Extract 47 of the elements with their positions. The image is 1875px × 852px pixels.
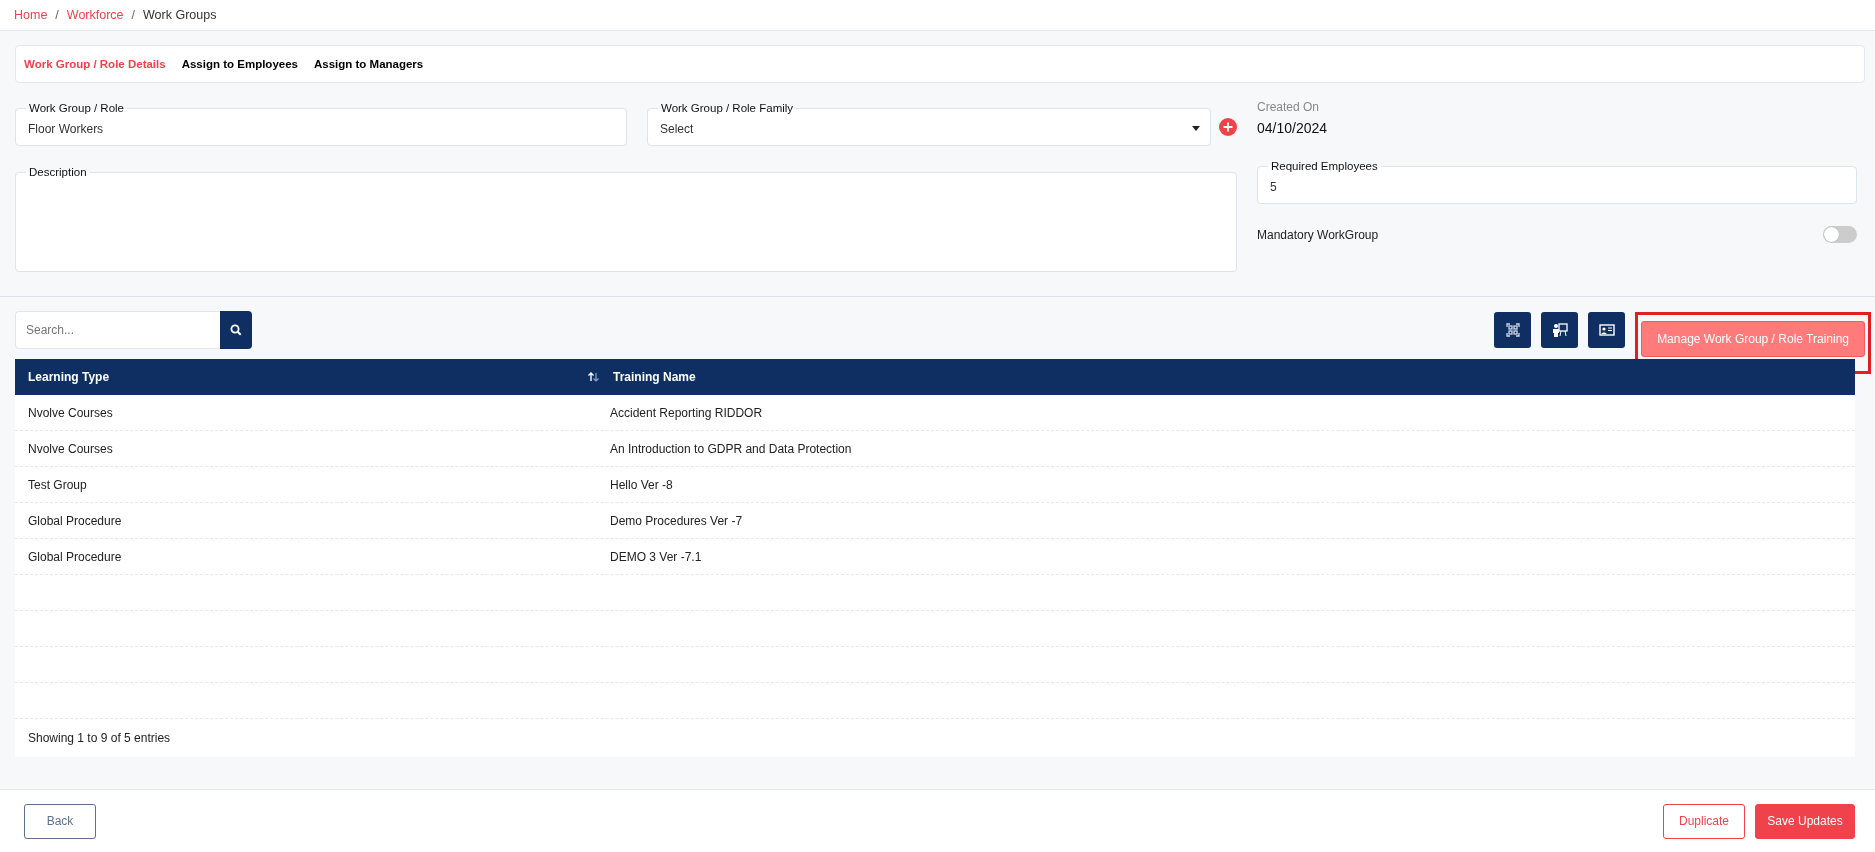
entries-info: Showing 1 to 9 of 5 entries [28, 731, 171, 745]
table-cell: Accident Reporting RIDDOR [610, 405, 763, 420]
search-button[interactable] [220, 311, 252, 349]
created-label: Created On [1257, 100, 1321, 114]
created-date: 04/10/2024 [1257, 120, 1329, 136]
id-card-button[interactable] [1588, 312, 1626, 348]
duplicate-button[interactable]: Duplicate [1663, 803, 1745, 839]
tab[interactable]: Assign to Managers [313, 58, 424, 70]
id-card-icon [1598, 323, 1615, 337]
breadcrumb-separator: / [55, 8, 59, 22]
tab[interactable]: Assign to Employees [181, 58, 298, 70]
scan-icon [1505, 323, 1520, 337]
scan-button[interactable] [1494, 312, 1532, 348]
breadcrumb-current: Work Groups [143, 8, 217, 22]
column-header[interactable]: Training Name [613, 370, 696, 384]
field-label: Work Group / Role Family [658, 102, 797, 115]
table-cell-text: Nvolve Courses [27, 405, 114, 420]
search-icon [230, 324, 242, 336]
tab[interactable]: Work Group / Role Details [24, 58, 166, 70]
back-button[interactable]: Back [24, 803, 96, 839]
toggle-switch[interactable] [1823, 226, 1857, 243]
breadcrumb-link[interactable]: Home [14, 8, 48, 22]
table-cell-text: Nvolve Courses [27, 441, 114, 456]
table-cell: Hello Ver -8 [610, 477, 673, 492]
table-cell: Demo Procedures Ver -7 [610, 513, 743, 528]
search-field[interactable]: Search... [15, 311, 220, 349]
field-value: Select [660, 122, 694, 136]
breadcrumb-link[interactable]: Workforce [66, 8, 124, 22]
field-label: Work Group / Role [26, 102, 127, 115]
table-cell-text: Test Group [27, 477, 88, 492]
field-label: Required Employees [1268, 160, 1381, 173]
table-cell: DEMO 3 Ver -7.1 [610, 549, 702, 564]
toggle-label: Mandatory WorkGroup [1257, 227, 1379, 242]
add-icon[interactable] [1219, 118, 1237, 136]
field-value: 5 [1270, 180, 1277, 194]
table-cell-text: Global Procedure [27, 549, 123, 564]
save-button[interactable]: Save Updates [1755, 803, 1855, 839]
sort-icon[interactable] [588, 372, 599, 382]
column-header[interactable]: Learning Type [15, 370, 588, 384]
table-cell: An Introduction to GDPR and Data Protection [610, 441, 852, 456]
field-value: Floor Workers [28, 122, 104, 136]
presenter-icon [1551, 323, 1568, 337]
field-label: Description [26, 166, 90, 179]
breadcrumb-separator: / [131, 8, 136, 22]
caret-icon [1192, 126, 1200, 131]
table-cell-text: Global Procedure [27, 513, 123, 528]
trainer-button[interactable] [1541, 312, 1579, 348]
